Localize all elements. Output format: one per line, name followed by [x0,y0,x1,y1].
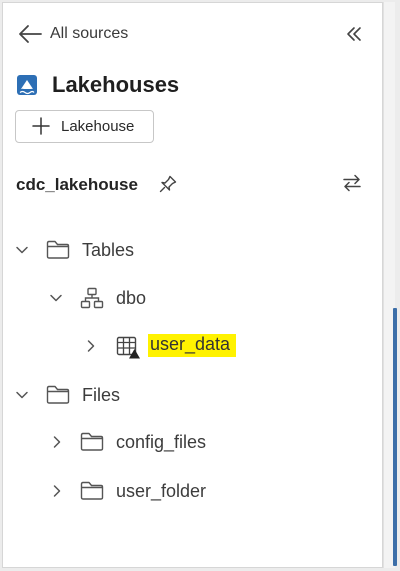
lakehouse-icon [16,74,38,96]
pin-icon[interactable] [158,174,178,194]
add-lakehouse-button-label[interactable]: Lakehouse [61,119,134,134]
highlighted-text: user_data [148,334,237,357]
chevron-right-icon[interactable] [84,339,98,353]
tree-item-user-folder[interactable]: user_folder [116,482,206,500]
folder-icon [46,385,70,405]
scrollbar-thumb[interactable] [393,308,397,566]
table-icon [116,336,142,360]
swap-arrows-icon[interactable] [342,173,362,193]
folder-icon [46,240,70,260]
back-link-all-sources[interactable]: All sources [50,26,128,42]
folder-icon [80,432,104,452]
chevron-right-icon[interactable] [50,484,64,498]
section-title-lakehouses: Lakehouses [52,72,180,97]
chevron-down-icon[interactable] [15,243,29,257]
tree-item-tables[interactable]: Tables [82,241,134,259]
lakehouse-name: cdc_lakehouse [16,175,138,194]
folder-icon [80,481,104,501]
arrow-left-icon[interactable] [17,24,43,44]
schema-icon [80,287,104,309]
chevron-down-icon[interactable] [49,291,63,305]
chevron-right-icon[interactable] [50,435,64,449]
double-chevron-left-icon[interactable] [345,25,363,43]
tree-item-user-data[interactable]: user_data [148,334,237,357]
tree-item-dbo[interactable]: dbo [116,289,146,307]
tree-item-config-files[interactable]: config_files [116,433,206,451]
plus-icon[interactable] [31,116,51,136]
tree-item-files[interactable]: Files [82,386,120,404]
chevron-down-icon[interactable] [15,388,29,402]
